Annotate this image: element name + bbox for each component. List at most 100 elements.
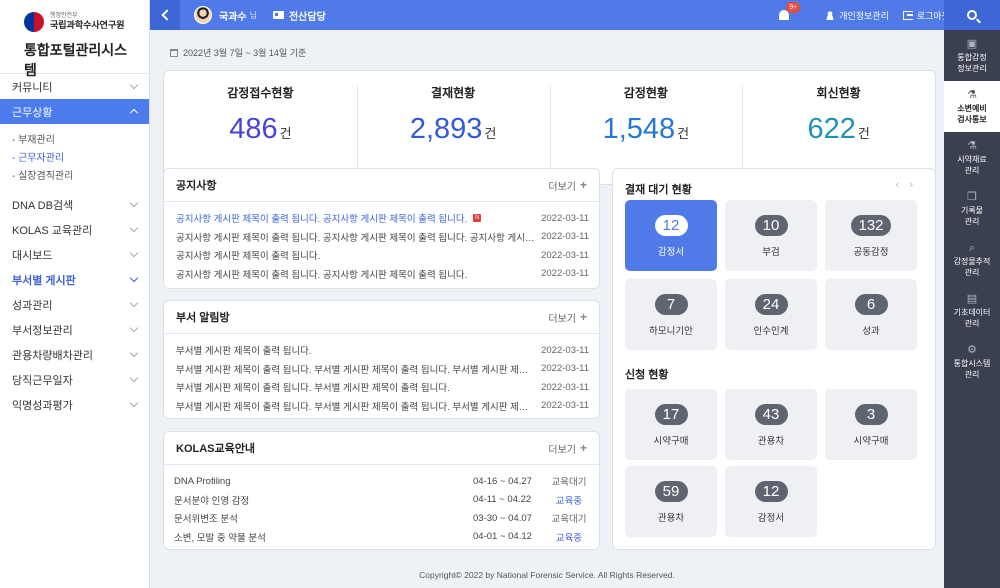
quick-item-label: 관리 — [964, 216, 980, 226]
submenu-item-absence[interactable]: - 부재관리 — [12, 132, 149, 150]
approval-tile-report[interactable]: 12 감정서 — [625, 200, 717, 271]
quick-item-reagent[interactable]: ⚗ 시약재료 관리 — [944, 132, 1000, 183]
status-badge: 교육중 — [555, 532, 583, 544]
sidebar-item-label: 성과관리 — [12, 299, 53, 312]
list-item[interactable]: 공지사항 게시판 제목이 출력 됩니다. 공지사항 게시판 제목이 출력 됩니다… — [176, 209, 589, 228]
approval-tile-autopsy[interactable]: 10 부검 — [725, 200, 817, 271]
personal-info-link[interactable]: 개인정보관리 — [825, 9, 889, 22]
gear-icon: ⚙ — [967, 343, 977, 356]
request-tile-vehicle-2[interactable]: 59 관용차 — [625, 466, 717, 537]
list-item[interactable]: 부서별 게시판 제목이 출력 됩니다. 부서별 게시판 제목이 출력 됩니다. 2… — [176, 378, 589, 397]
quick-item-system[interactable]: ⚙ 통합시스템 관리 — [944, 336, 1000, 387]
quick-item-case-info[interactable]: ▣ 통합감정 정보관리 — [944, 30, 1000, 81]
tile-label: 감정서 — [757, 513, 785, 524]
table-row[interactable]: DNA Profiling 04-16 ~ 04.27 교육대기 — [174, 472, 589, 491]
dept-label: 전산담당 — [288, 11, 326, 23]
quick-item-records[interactable]: ❐ 기록물 관리 — [944, 183, 1000, 234]
sidebar-item-work-status[interactable]: 근무상황 — [0, 99, 149, 124]
plus-icon: + — [579, 178, 587, 192]
tile-count: 10 — [754, 215, 788, 236]
user-suffix: 님 — [249, 10, 257, 20]
sidebar-item-dashboard[interactable]: 대시보드 — [0, 242, 149, 267]
sidebar-item-anon-eval[interactable]: 익명성과평가 — [0, 392, 149, 417]
quick-item-label: 정보관리 — [957, 63, 987, 73]
approval-tile-handover[interactable]: 24 인수인계 — [725, 279, 817, 350]
list-item-title: 공지사항 게시판 제목이 출력 됩니다. 공지사항 게시판 제목이 출력 됩니다… — [176, 214, 468, 226]
more-label: 더보기 — [548, 313, 576, 325]
list-item-title: 부서별 게시판 제목이 출력 됩니다. — [176, 346, 312, 358]
sidebar-item-dept-info[interactable]: 부서정보관리 — [0, 317, 149, 342]
carousel-nav[interactable]: ‹› — [896, 179, 923, 191]
chevron-down-icon — [129, 373, 139, 383]
request-tile-reagent-2[interactable]: 3 시약구매 — [825, 389, 917, 460]
more-button[interactable]: 더보기 + — [548, 178, 587, 193]
quick-item-label: 통합감정 — [957, 52, 987, 62]
panel-title: 부서 알림방 — [176, 312, 230, 324]
quick-item-base-data[interactable]: ▤ 기초데이터 관리 — [944, 285, 1000, 336]
tile-count: 24 — [754, 294, 788, 315]
list-item[interactable]: 공지사항 게시판 제목이 출력 됩니다. 공지사항 게시판 제목이 출력 됩니다… — [176, 265, 589, 284]
sidebar-item-label: 익명성과평가 — [12, 399, 73, 412]
tile-label: 시약구매 — [853, 436, 889, 447]
tile-label: 관용차 — [657, 513, 685, 524]
sidebar-item-duty[interactable]: 당직근무일자 — [0, 367, 149, 392]
list-item[interactable]: 공지사항 게시판 제목이 출력 됩니다. 2022-03-11 — [176, 246, 589, 265]
list-item[interactable]: 부서별 게시판 제목이 출력 됩니다. 부서별 게시판 제목이 출력 됩니다. … — [176, 397, 589, 416]
course-dates: 03-30 ~ 04.07 — [473, 512, 532, 524]
submenu-item-concurrent[interactable]: - 실장겸직관리 — [12, 168, 149, 186]
sidebar-item-community[interactable]: 커뮤니티 — [0, 74, 149, 99]
requests-title: 신청 현황 — [625, 369, 669, 381]
stat-value: 622 — [807, 113, 856, 145]
list-item-title: 부서별 게시판 제목이 출력 됩니다. 부서별 게시판 제목이 출력 됩니다. … — [176, 401, 537, 413]
table-row[interactable]: 문서분야 인영 감정 04-11 ~ 04.22 교육중 — [174, 491, 589, 510]
more-button[interactable]: 더보기 + — [548, 441, 587, 456]
stat-value: 1,548 — [602, 113, 676, 145]
avatar[interactable] — [194, 6, 212, 24]
sidebar-item-kolas[interactable]: KOLAS 교육관리 — [0, 217, 149, 242]
logo-org-name: 국립과학수사연구원 — [50, 20, 125, 30]
submenu-item-worker[interactable]: - 근무자관리 — [12, 150, 149, 168]
logout-link[interactable]: 로그아웃 — [902, 9, 950, 22]
top-right-actions: 9+ 개인정보관리 로그아웃 — [779, 0, 950, 30]
course-title: 소변, 모발 중 약물 분석 — [174, 532, 266, 544]
sidebar-item-label: DNA DB검색 — [12, 199, 74, 212]
quick-item-tracking[interactable]: ⌕ 감정물추적 관리 — [944, 234, 1000, 285]
list-item[interactable]: 부서별 게시판 제목이 출력 됩니다. 2022-03-11 — [176, 341, 589, 360]
search-icon — [967, 10, 977, 20]
table-row[interactable]: 문서위변조 분석 03-30 ~ 04.07 교육대기 — [174, 509, 589, 528]
notification-badge: 9+ — [786, 2, 801, 13]
clipboard-icon: ▣ — [966, 37, 978, 50]
user-info: 국과수 님 전산담당 — [194, 6, 326, 24]
quick-item-label: 감정물추적 — [953, 256, 991, 266]
bell-icon[interactable]: 9+ — [779, 2, 801, 20]
course-title: 문서분야 인영 감정 — [174, 495, 250, 507]
sidebar-item-dna-db[interactable]: DNA DB검색 — [0, 192, 149, 217]
request-tile-vehicle[interactable]: 43 관용차 — [725, 389, 817, 460]
request-tile-report[interactable]: 12 감정서 — [725, 466, 817, 537]
approval-tile-performance[interactable]: 6 성과 — [825, 279, 917, 350]
more-button[interactable]: 더보기 + — [548, 310, 587, 325]
list-item-date: 2022-03-11 — [541, 400, 589, 412]
chevron-down-icon — [129, 398, 139, 408]
tile-label: 인수인계 — [753, 326, 789, 337]
request-tile-reagent[interactable]: 17 시약구매 — [625, 389, 717, 460]
list-item[interactable]: 부서별 게시판 제목이 출력 됩니다. 부서별 게시판 제목이 출력 됩니다. … — [176, 360, 589, 379]
approval-tile-joint[interactable]: 132 공동감정 — [825, 200, 917, 271]
table-row[interactable]: 소변, 모발 중 약물 분석 04-01 ~ 04.12 교육중 — [174, 528, 589, 547]
tile-label: 시약구매 — [653, 436, 689, 447]
back-button[interactable] — [150, 0, 180, 30]
logo[interactable]: 행정안전부 국립과학수사연구원 통합포털관리시스템 — [0, 0, 149, 78]
chevron-right-icon[interactable]: › — [909, 179, 923, 191]
sidebar-item-performance[interactable]: 성과관리 — [0, 292, 149, 317]
quick-item-urine-test[interactable]: ⚗ 소변예비 검사통보 — [944, 81, 1000, 132]
list-item-date: 2022-03-11 — [541, 231, 589, 243]
approval-tile-harmony[interactable]: 7 하모니기안 — [625, 279, 717, 350]
sidebar-item-vehicle[interactable]: 관용차량배차관리 — [0, 342, 149, 367]
sidebar-item-dept-board[interactable]: 부서별 게시판 — [0, 267, 149, 292]
chevron-left-icon[interactable]: ‹ — [896, 179, 910, 191]
course-dates: 04-01 ~ 04.12 — [473, 531, 532, 543]
list-item[interactable]: 공지사항 게시판 제목이 출력 됩니다. 공지사항 게시판 제목이 출력 됩니다… — [176, 228, 589, 247]
plus-icon: + — [579, 441, 587, 455]
sidebar-item-label: 당직근무일자 — [12, 374, 73, 387]
search-button[interactable] — [944, 0, 1000, 30]
